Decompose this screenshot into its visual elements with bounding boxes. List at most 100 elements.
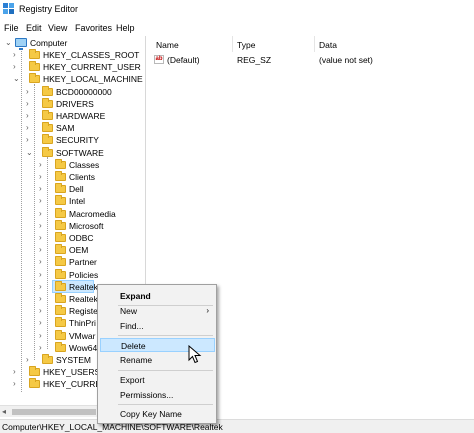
- column-separator[interactable]: [232, 36, 233, 52]
- window-title: Registry Editor: [19, 4, 79, 14]
- chevron-right-icon[interactable]: ›: [39, 343, 42, 353]
- folder-icon: [42, 97, 53, 108]
- chevron-right-icon[interactable]: ›: [39, 160, 42, 170]
- folder-icon: [55, 244, 66, 255]
- menu-item-find[interactable]: Find...: [100, 319, 215, 333]
- chevron-right-icon[interactable]: ›: [26, 87, 29, 97]
- chevron-right-icon[interactable]: ›: [13, 367, 16, 377]
- chevron-right-icon[interactable]: ›: [13, 50, 16, 60]
- column-header-type[interactable]: Type: [237, 40, 255, 50]
- tree-item-label: Clients: [69, 172, 95, 182]
- chevron-right-icon[interactable]: ›: [39, 196, 42, 206]
- tree-item[interactable]: › HKEY_CLASSES_ROOT: [0, 49, 145, 61]
- tree-item[interactable]: › Clients: [0, 171, 145, 183]
- chevron-right-icon[interactable]: ›: [39, 282, 42, 292]
- menu-view[interactable]: View: [48, 23, 67, 33]
- folder-icon: [29, 49, 40, 59]
- chevron-right-icon[interactable]: ›: [39, 209, 42, 219]
- menu-separator: [118, 370, 213, 371]
- string-value-icon: ab: [154, 55, 164, 64]
- chevron-right-icon[interactable]: ›: [26, 111, 29, 121]
- chevron-right-icon[interactable]: ›: [39, 294, 42, 304]
- menu-separator: [118, 404, 213, 405]
- chevron-right-icon[interactable]: ›: [13, 379, 16, 389]
- chevron-right-icon[interactable]: ›: [26, 135, 29, 145]
- tree-item[interactable]: ⌄ SOFTWARE: [0, 146, 145, 159]
- tree-item[interactable]: › Classes: [0, 158, 145, 171]
- tree-item[interactable]: › SAM: [0, 122, 145, 134]
- tree-item-label: SECURITY: [56, 135, 99, 146]
- folder-icon: [42, 134, 53, 145]
- chevron-right-icon[interactable]: ›: [39, 318, 42, 328]
- value-name: (Default): [167, 55, 200, 65]
- chevron-right-icon[interactable]: ›: [39, 270, 42, 280]
- tree-item-label: SYSTEM: [56, 355, 91, 365]
- tree-item[interactable]: › HARDWARE: [0, 110, 145, 122]
- tree-item[interactable]: › SECURITY: [0, 134, 145, 146]
- menu-edit[interactable]: Edit: [26, 23, 42, 33]
- scrollbar-thumb[interactable]: [12, 409, 96, 415]
- tree-item-label: BCD00000000: [56, 86, 112, 97]
- tree-item[interactable]: › BCD00000000: [0, 85, 145, 98]
- menu-favorites[interactable]: Favorites: [75, 23, 112, 33]
- menu-item-label: Permissions...: [120, 390, 174, 400]
- chevron-down-icon[interactable]: ⌄: [13, 74, 20, 84]
- registry-editor-icon: [3, 3, 14, 14]
- chevron-right-icon[interactable]: ›: [39, 233, 42, 243]
- column-header-name[interactable]: Name: [156, 40, 179, 50]
- chevron-right-icon[interactable]: ›: [39, 172, 42, 182]
- chevron-right-icon[interactable]: ›: [26, 123, 29, 133]
- scroll-left-icon[interactable]: ◂: [2, 407, 6, 416]
- column-header-data[interactable]: Data: [319, 40, 337, 50]
- tree-item[interactable]: ⌄ HKEY_LOCAL_MACHINE: [0, 73, 145, 85]
- folder-icon: [55, 268, 66, 279]
- menu-item-permissions[interactable]: Permissions...: [100, 388, 215, 402]
- menu-item-expand[interactable]: Expand: [100, 289, 215, 303]
- list-row[interactable]: ab (Default) REG_SZ (value not set): [149, 53, 474, 66]
- chevron-down-icon[interactable]: ⌄: [26, 148, 33, 158]
- menu-item-copy-key-name[interactable]: Copy Key Name: [100, 407, 215, 421]
- tree-item[interactable]: › Policies: [0, 268, 145, 281]
- folder-icon: [55, 329, 66, 340]
- tree-item[interactable]: › Dell: [0, 183, 145, 195]
- tree-item-computer[interactable]: ⌄ Computer: [0, 37, 145, 50]
- chevron-down-icon[interactable]: ⌄: [5, 38, 12, 48]
- chevron-right-icon[interactable]: ›: [26, 355, 29, 365]
- folder-icon: [42, 354, 53, 364]
- menu-help[interactable]: Help: [116, 23, 135, 33]
- tree-item-label: Wow64: [69, 342, 98, 353]
- chevron-right-icon[interactable]: ›: [13, 62, 16, 72]
- folder-icon: [55, 280, 66, 291]
- tree-item[interactable]: › Partner: [0, 256, 145, 268]
- tree-item[interactable]: › Microsoft: [0, 219, 145, 232]
- tree-item[interactable]: › ODBC: [0, 232, 145, 244]
- menu-item-new[interactable]: New ›: [100, 304, 215, 318]
- tree-item-label: Computer: [30, 38, 68, 48]
- tree-item-label: Macromedia: [69, 208, 116, 219]
- tree-item-label: Dell: [69, 184, 84, 195]
- folder-icon: [29, 73, 40, 84]
- chevron-right-icon[interactable]: ›: [39, 245, 42, 255]
- tree-item[interactable]: › Macromedia: [0, 207, 145, 220]
- tree-item-label: Microsoft: [69, 220, 104, 231]
- folder-icon: [55, 219, 66, 230]
- tree-item[interactable]: › Intel: [0, 195, 145, 207]
- chevron-right-icon[interactable]: ›: [39, 257, 42, 267]
- chevron-right-icon[interactable]: ›: [39, 221, 42, 231]
- tree-item-label: HKEY_CURRENT_USER: [43, 62, 141, 73]
- chevron-right-icon[interactable]: ›: [39, 306, 42, 316]
- column-separator[interactable]: [314, 36, 315, 52]
- tree-item-label: VMwar: [69, 330, 96, 341]
- tree-item[interactable]: › HKEY_CURRENT_USER: [0, 61, 145, 73]
- tree-item-label: Classes: [69, 159, 100, 170]
- menu-item-label: Copy Key Name: [120, 409, 182, 419]
- tree-item[interactable]: › OEM: [0, 244, 145, 256]
- tree-item[interactable]: › DRIVERS: [0, 97, 145, 110]
- folder-icon: [55, 256, 66, 267]
- menu-file[interactable]: File: [4, 23, 19, 33]
- menu-item-export[interactable]: Export: [100, 373, 215, 387]
- chevron-right-icon[interactable]: ›: [26, 99, 29, 109]
- chevron-right-icon[interactable]: ›: [39, 184, 42, 194]
- tree-item-label: Partner: [69, 257, 97, 268]
- chevron-right-icon[interactable]: ›: [39, 331, 42, 341]
